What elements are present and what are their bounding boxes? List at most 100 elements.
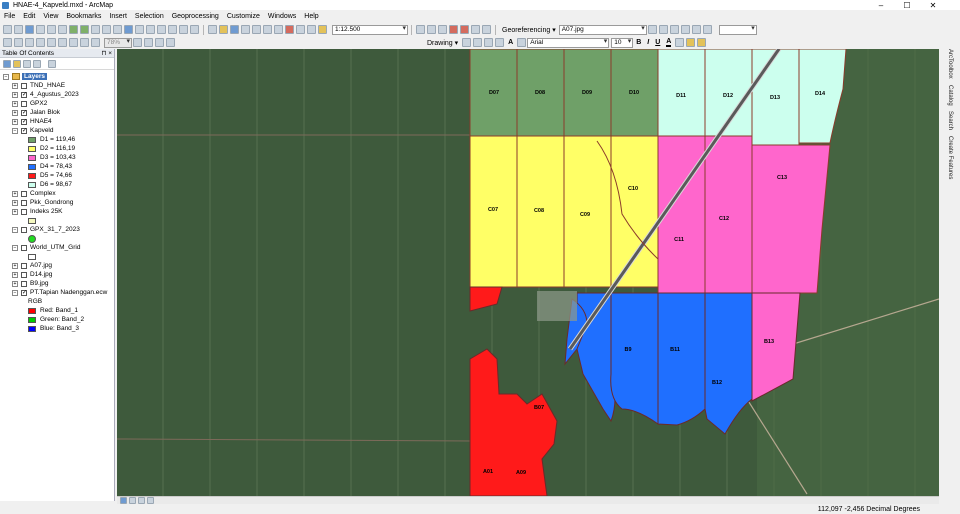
layer-checkbox[interactable] <box>21 226 27 233</box>
layer-item[interactable]: + ✓ Jalan Blok <box>12 108 60 117</box>
layer-item[interactable]: − GPX_31_7_2023 <box>12 225 80 234</box>
zoom-in-icon[interactable] <box>3 25 12 34</box>
menu-help[interactable]: Help <box>304 13 318 20</box>
layer-checkbox[interactable]: ✓ <box>21 127 27 134</box>
edit-vertices-icon[interactable] <box>517 38 527 47</box>
map-scale-combo[interactable]: 1:12.500 <box>332 24 408 35</box>
list-by-visibility-icon[interactable] <box>23 59 31 68</box>
redo-icon[interactable] <box>307 25 316 34</box>
toc-pin-close[interactable]: ⊓ × <box>101 49 112 57</box>
layer-item[interactable]: + GPX2 <box>12 99 47 108</box>
bold-button[interactable]: B <box>636 39 641 46</box>
dock-tab-search[interactable]: Search <box>947 111 953 130</box>
zoom-100-icon[interactable] <box>47 38 56 47</box>
block-C12[interactable] <box>704 135 753 294</box>
data-view-icon[interactable] <box>120 497 127 504</box>
layer-checkbox[interactable]: ✓ <box>21 118 27 125</box>
layout-view-icon[interactable] <box>129 497 136 504</box>
layer-item[interactable]: + A07.jpg <box>12 261 52 270</box>
font-size-combo[interactable]: 10 <box>611 37 634 48</box>
minimize-button[interactable]: – <box>870 0 892 10</box>
pan-icon[interactable] <box>25 25 34 34</box>
clear-selection-icon[interactable] <box>102 25 111 34</box>
menu-bookmarks[interactable]: Bookmarks <box>66 13 101 20</box>
refresh-icon[interactable] <box>138 497 145 504</box>
layer-item[interactable]: − ✓ PT.Tapian Nadenggan.ecw <box>12 288 107 297</box>
georef-value-field[interactable] <box>718 24 757 35</box>
marker-color-icon[interactable] <box>697 38 707 47</box>
menu-edit[interactable]: Edit <box>23 13 35 20</box>
layer-item[interactable]: + Complex <box>12 189 56 198</box>
paste-icon[interactable] <box>274 25 283 34</box>
layout-forward-icon[interactable] <box>91 38 100 47</box>
dock-tab-create-features[interactable]: Create Features <box>947 136 953 179</box>
font-name-combo[interactable]: Arial <box>527 37 610 48</box>
find-icon[interactable] <box>135 25 144 34</box>
go-to-xy-icon[interactable] <box>146 25 155 34</box>
menu-file[interactable]: File <box>4 13 15 20</box>
dock-tab-catalog[interactable]: Catalog <box>947 85 953 106</box>
modelbuilder-icon[interactable] <box>482 25 491 34</box>
layer-checkbox[interactable] <box>21 199 27 206</box>
layer-checkbox[interactable] <box>21 271 27 278</box>
close-button[interactable]: ✕ <box>922 0 944 10</box>
georeferencing-menu[interactable]: Georeferencing ▾ <box>502 26 556 34</box>
forward-extent-icon[interactable] <box>80 25 89 34</box>
layer-item[interactable]: + Indeks 25K <box>12 207 63 216</box>
menu-view[interactable]: View <box>43 13 58 20</box>
toc-options-icon[interactable] <box>48 59 56 68</box>
map-canvas[interactable]: D07 D08 D09 D10 D11 D12 D13 D14 C07 C08 … <box>117 49 939 496</box>
select-features-icon[interactable] <box>91 25 100 34</box>
layout-pan-icon[interactable] <box>25 38 34 47</box>
fixed-zoom-out-icon[interactable] <box>58 25 67 34</box>
cut-icon[interactable] <box>252 25 261 34</box>
zoom-out-icon[interactable] <box>14 25 23 34</box>
identify-icon[interactable] <box>124 25 133 34</box>
hyperlink-icon[interactable] <box>168 25 177 34</box>
list-by-source-icon[interactable] <box>13 59 21 68</box>
fill-color-icon[interactable] <box>675 38 685 47</box>
open-icon[interactable] <box>219 25 228 34</box>
layer-checkbox[interactable] <box>21 280 27 287</box>
layer-item[interactable]: + D14.jpg <box>12 270 52 279</box>
menu-windows[interactable]: Windows <box>268 13 296 20</box>
html-popup-icon[interactable] <box>179 25 188 34</box>
print-icon[interactable] <box>241 25 250 34</box>
italic-button[interactable]: I <box>647 39 649 46</box>
layer-item[interactable]: − World_UTM_Grid <box>12 243 80 252</box>
layer-item[interactable]: + ✓ 4_Agustus_2023 <box>12 90 79 99</box>
list-by-selection-icon[interactable] <box>33 59 41 68</box>
block-B11[interactable] <box>657 292 706 426</box>
viewer-icon[interactable] <box>691 25 701 34</box>
layer-checkbox[interactable] <box>21 244 27 251</box>
layer-checkbox[interactable] <box>21 190 27 197</box>
search-window-icon[interactable] <box>449 25 458 34</box>
layout-fixed-zoom-out-icon[interactable] <box>69 38 78 47</box>
menu-customize[interactable]: Customize <box>227 13 260 20</box>
focus-data-frame-icon[interactable] <box>144 38 153 47</box>
layer-item[interactable]: + ✓ HNAE4 <box>12 117 52 126</box>
copy-icon[interactable] <box>263 25 272 34</box>
rotate-element-icon[interactable] <box>473 38 483 47</box>
layer-checkbox[interactable] <box>21 262 27 269</box>
line-color-icon[interactable] <box>686 38 696 47</box>
rectangle-tool-icon[interactable] <box>495 38 505 47</box>
full-extent-icon[interactable] <box>36 25 45 34</box>
block-C10[interactable] <box>610 135 659 288</box>
block-C13[interactable] <box>751 144 831 294</box>
dock-tab-arctoolbox[interactable]: ArcToolbox <box>947 49 953 79</box>
save-icon[interactable] <box>230 25 239 34</box>
font-color-button[interactable]: A <box>666 38 672 47</box>
select-elements-icon[interactable] <box>113 25 122 34</box>
georef-layer-combo[interactable]: A07.jpg <box>558 24 647 35</box>
layer-checkbox[interactable] <box>21 100 27 107</box>
toggle-draft-icon[interactable] <box>133 38 142 47</box>
layout-zoom-in-icon[interactable] <box>3 38 12 47</box>
tree-root[interactable]: − Layers <box>3 72 47 81</box>
auto-adjust-icon[interactable] <box>702 25 712 34</box>
add-data-icon[interactable] <box>318 25 327 34</box>
add-control-points-icon[interactable] <box>669 25 679 34</box>
shift-icon[interactable] <box>658 25 668 34</box>
block-B9-east[interactable] <box>610 292 659 425</box>
back-extent-icon[interactable] <box>69 25 78 34</box>
